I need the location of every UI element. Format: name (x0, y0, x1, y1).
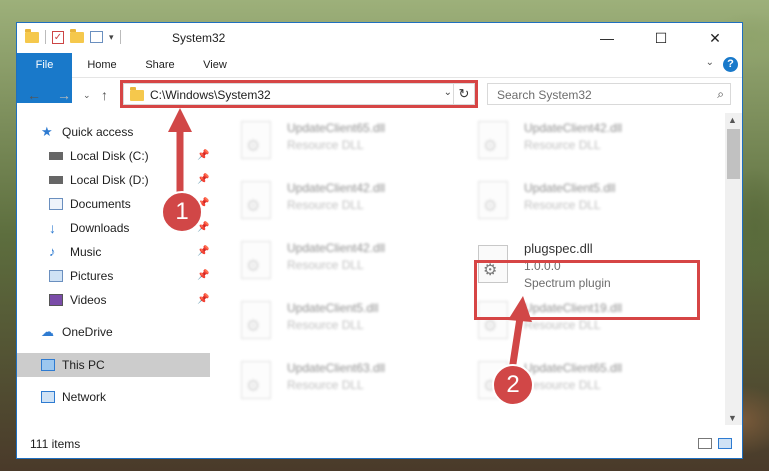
annotation-arrows (168, 108, 532, 371)
step-1-badge: 1 (161, 191, 203, 233)
arrow-1 (168, 108, 192, 195)
step-2-badge: 2 (492, 364, 534, 406)
arrow-2 (508, 296, 532, 371)
